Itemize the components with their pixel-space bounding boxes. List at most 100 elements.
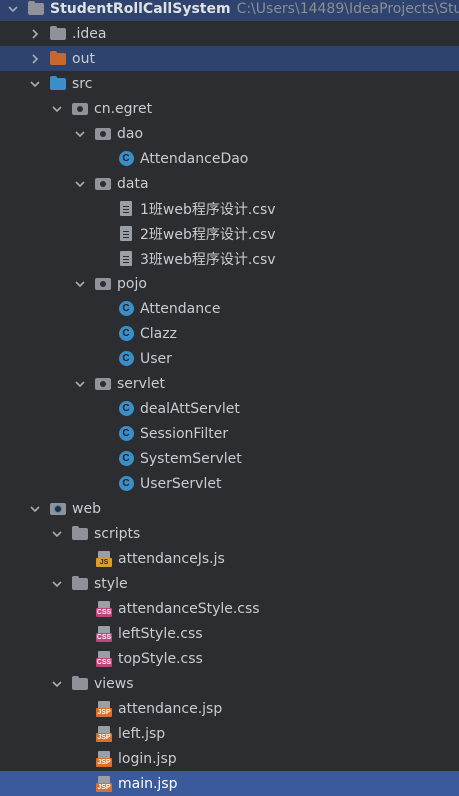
tree-node-main-jsp[interactable]: JSP main.jsp <box>0 771 459 796</box>
class-icon: C <box>118 476 134 492</box>
text-file-icon <box>118 226 134 242</box>
tree-node-project-root[interactable]: StudentRollCallSystem C:\Users\14489\Ide… <box>0 0 459 21</box>
tree-node-label: src <box>72 75 93 92</box>
js-file-icon: JS <box>96 550 112 567</box>
tree-node-web[interactable]: web <box>0 496 459 521</box>
class-icon: C <box>118 326 134 342</box>
chevron-down-icon[interactable] <box>73 277 87 291</box>
tree-node-label: views <box>94 675 134 692</box>
source-folder-icon <box>50 75 66 92</box>
css-file-icon: CSS <box>96 625 112 642</box>
chevron-down-icon[interactable] <box>73 377 87 391</box>
chevron-down-icon[interactable] <box>50 677 64 691</box>
class-icon: C <box>118 151 134 167</box>
tree-node-label: AttendanceDao <box>140 150 249 167</box>
tree-node-leftstyle[interactable]: CSS leftStyle.css <box>0 621 459 646</box>
tree-node-dealattservlet[interactable]: C dealAttServlet <box>0 396 459 421</box>
tree-node-label: login.jsp <box>118 750 177 767</box>
class-icon: C <box>118 401 134 417</box>
tree-node-servlet[interactable]: servlet <box>0 371 459 396</box>
tree-node-login-jsp[interactable]: JSP login.jsp <box>0 746 459 771</box>
css-file-icon: CSS <box>96 600 112 617</box>
package-icon <box>72 101 88 117</box>
tree-node-label: UserServlet <box>140 475 222 492</box>
jsp-file-icon: JSP <box>96 725 112 742</box>
tree-node-userservlet[interactable]: C UserServlet <box>0 471 459 496</box>
tree-node-label: style <box>94 575 128 592</box>
package-icon <box>95 126 111 142</box>
chevron-down-icon[interactable] <box>73 177 87 191</box>
class-icon: C <box>118 451 134 467</box>
folder-icon <box>72 575 88 592</box>
tree-node-label: left.jsp <box>118 725 166 742</box>
chevron-down-icon[interactable] <box>28 77 42 91</box>
tree-node-attendancedao[interactable]: C AttendanceDao <box>0 146 459 171</box>
tree-node-label: main.jsp <box>118 775 178 792</box>
chevron-right-icon[interactable] <box>28 27 42 41</box>
tree-node-systemservlet[interactable]: C SystemServlet <box>0 446 459 471</box>
folder-icon <box>72 525 88 542</box>
tree-node-cn-egret[interactable]: cn.egret <box>0 96 459 121</box>
tree-node-label: attendanceStyle.css <box>118 600 260 617</box>
tree-node-data[interactable]: data <box>0 171 459 196</box>
tree-node-user[interactable]: C User <box>0 346 459 371</box>
project-name: StudentRollCallSystem <box>50 0 231 17</box>
tree-node-label: SystemServlet <box>140 450 242 467</box>
tree-node-left-jsp[interactable]: JSP left.jsp <box>0 721 459 746</box>
tree-node-label: topStyle.css <box>118 650 203 667</box>
tree-node-label: pojo <box>117 275 147 292</box>
jsp-file-icon: JSP <box>96 775 112 792</box>
jsp-file-icon: JSP <box>96 750 112 767</box>
chevron-right-icon[interactable] <box>28 52 42 66</box>
css-file-icon: CSS <box>96 650 112 667</box>
tree-node-label: out <box>72 50 95 67</box>
package-icon <box>95 376 111 392</box>
tree-node-label: 3班web程序设计.csv <box>140 251 276 268</box>
tree-node-topstyle[interactable]: CSS topStyle.css <box>0 646 459 671</box>
chevron-down-icon[interactable] <box>73 127 87 141</box>
tree-node-label: User <box>140 350 172 367</box>
tree-node-dao[interactable]: dao <box>0 121 459 146</box>
tree-node-scripts[interactable]: scripts <box>0 521 459 546</box>
tree-node-attendancestyle[interactable]: CSS attendanceStyle.css <box>0 596 459 621</box>
chevron-down-icon[interactable] <box>50 527 64 541</box>
tree-node-label: Attendance <box>140 300 221 317</box>
project-path: C:\Users\14489\IdeaProjects\Stu <box>236 0 459 17</box>
folder-icon <box>50 25 66 42</box>
tree-node-label: dao <box>117 125 144 142</box>
tree-node-idea[interactable]: .idea <box>0 21 459 46</box>
tree-node-src[interactable]: src <box>0 71 459 96</box>
tree-node-label: 1班web程序设计.csv <box>140 201 276 218</box>
tree-node-label: data <box>117 175 149 192</box>
chevron-down-icon[interactable] <box>50 577 64 591</box>
chevron-down-icon[interactable] <box>28 502 42 516</box>
tree-node-attendancejs[interactable]: JS attendanceJs.js <box>0 546 459 571</box>
class-icon: C <box>118 426 134 442</box>
tree-node-style[interactable]: style <box>0 571 459 596</box>
chevron-down-icon[interactable] <box>50 102 64 116</box>
tree-node-pojo[interactable]: pojo <box>0 271 459 296</box>
tree-node-label: leftStyle.css <box>118 625 203 642</box>
tree-node-out[interactable]: out <box>0 46 459 71</box>
tree-node-label: attendanceJs.js <box>118 550 225 567</box>
text-file-icon <box>118 251 134 267</box>
tree-node-sessionfilter[interactable]: C SessionFilter <box>0 421 459 446</box>
chevron-down-icon[interactable] <box>6 2 20 16</box>
package-icon <box>95 176 111 192</box>
class-icon: C <box>118 301 134 317</box>
tree-node-views[interactable]: views <box>0 671 459 696</box>
tree-node-csv-2[interactable]: 2班web程序设计.csv <box>0 221 459 246</box>
tree-node-csv-3[interactable]: 3班web程序设计.csv <box>0 246 459 271</box>
folder-icon <box>72 675 88 692</box>
tree-node-label: .idea <box>72 25 107 42</box>
tree-node-csv-1[interactable]: 1班web程序设计.csv <box>0 196 459 221</box>
tree-node-attendance-jsp[interactable]: JSP attendance.jsp <box>0 696 459 721</box>
tree-node-clazz[interactable]: C Clazz <box>0 321 459 346</box>
tree-node-attendance-class[interactable]: C Attendance <box>0 296 459 321</box>
text-file-icon <box>118 201 134 217</box>
tree-node-label: 2班web程序设计.csv <box>140 226 276 243</box>
class-icon: C <box>118 351 134 367</box>
excluded-folder-icon <box>50 50 66 67</box>
tree-node-label: Clazz <box>140 325 177 342</box>
module-folder-icon <box>28 0 44 17</box>
